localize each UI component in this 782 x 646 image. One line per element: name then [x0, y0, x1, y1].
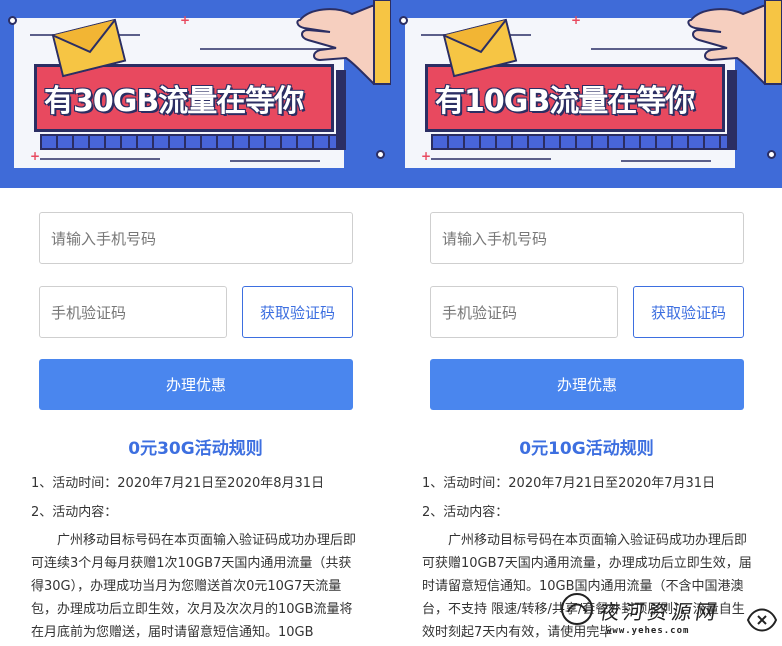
submit-offer-button[interactable]: 办理优惠 [430, 359, 744, 410]
verification-code-input[interactable]: 手机验证码 [39, 286, 227, 338]
banner-decor-line [621, 160, 711, 162]
decor-plus: + [30, 149, 41, 163]
watermark-url: www.yehes.com [606, 626, 690, 636]
banner-card-depth [431, 134, 729, 150]
rules-title: 0元10G活动规则 [519, 439, 654, 459]
phone-input[interactable]: 请输入手机号码 [39, 212, 353, 264]
get-code-button[interactable]: 获取验证码 [242, 286, 353, 338]
banner-card-depth [40, 134, 338, 150]
rule-content-label: 2、活动内容： [422, 505, 509, 520]
watermark-logo-icon [561, 593, 593, 625]
decor-dot [376, 150, 385, 159]
phone-input[interactable]: 请输入手机号码 [430, 212, 744, 264]
decor-plus: + [421, 149, 432, 163]
rule-text: 广州移动目标号码在本页面输入验证码成功办理后即可连续3个月每月获赠1次10GB7… [31, 533, 357, 640]
rule-content-label: 2、活动内容： [31, 505, 118, 520]
decor-plus: + [180, 13, 191, 27]
verification-code-input[interactable]: 手机验证码 [430, 286, 618, 338]
watermark-fish-icon [746, 608, 778, 632]
rule-time: 1、活动时间：2020年7月21日至2020年7月31日 [422, 476, 716, 491]
offer-panel-10gb: 有10GB流量在等你 + + 请输入手机号码 手机验证码 获取验证码 办理优惠 … [391, 0, 782, 646]
banner-decor-line [40, 158, 160, 160]
banner-decor-line [431, 158, 551, 160]
rules-title: 0元30G活动规则 [128, 439, 263, 459]
decor-dot [8, 16, 17, 25]
watermark-text: 夜河资源网 [597, 600, 722, 624]
promo-banner: 有30GB流量在等你 + + [0, 0, 391, 188]
hand-icon [687, 0, 782, 86]
offer-panel-30gb: 有30GB流量在等你 + + 请输入手机号码 手机验证码 获取验证码 办理优惠 … [0, 0, 391, 646]
banner-decor-line [230, 160, 320, 162]
banner-headline: 有10GB流量在等你 [435, 84, 695, 119]
decor-plus: + [571, 13, 582, 27]
get-code-button[interactable]: 获取验证码 [633, 286, 744, 338]
submit-offer-button[interactable]: 办理优惠 [39, 359, 353, 410]
hand-icon [296, 0, 391, 86]
promo-banner: 有10GB流量在等你 + + [391, 0, 782, 188]
rule-time: 1、活动时间：2020年7月21日至2020年8月31日 [31, 476, 325, 491]
rule-text: 广州移动目标号码在本页面输入验证码成功办理后即可获赠10GB7天国内通用流量，办… [422, 533, 752, 640]
decor-dot [399, 16, 408, 25]
banner-headline: 有30GB流量在等你 [44, 84, 304, 119]
decor-dot [767, 150, 776, 159]
